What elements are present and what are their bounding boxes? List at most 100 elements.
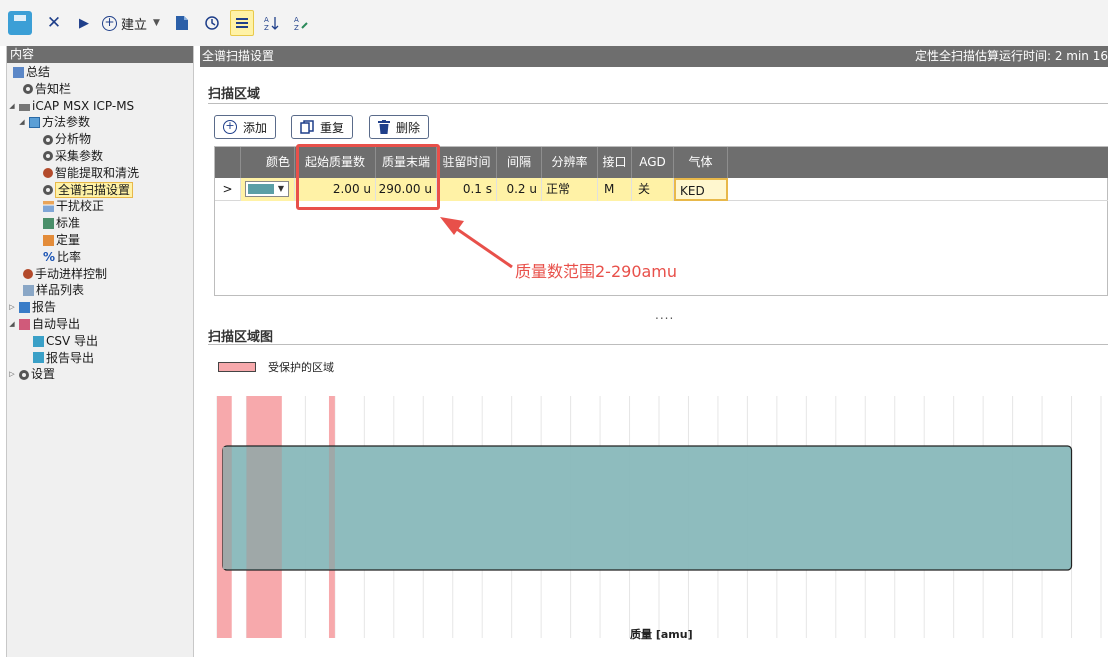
tree-item-smart-wash[interactable]: 智能提取和清洗	[7, 165, 193, 182]
overlap-region	[246, 447, 282, 569]
tree-item-full-scan[interactable]: 全谱扫描设置	[7, 181, 193, 199]
gear-icon	[23, 84, 33, 95]
legend-label-protected: 受保护的区域	[268, 361, 334, 374]
section-divider	[208, 103, 1108, 104]
main-panel: 全谱扫描设置 定性全扫描估算运行时间: 2 min 16 扫描区域 + 添加 重…	[200, 46, 1108, 657]
color-swatch[interactable]: ▼	[245, 181, 289, 197]
overlap-region	[222, 447, 232, 569]
quantification-icon	[43, 234, 54, 246]
scan-region-bar	[222, 445, 1073, 571]
report-export-icon	[33, 352, 44, 364]
splitter-handle[interactable]: ....	[655, 308, 674, 322]
standards-icon	[43, 218, 54, 230]
copy-icon	[300, 120, 314, 134]
gear-icon	[19, 369, 29, 380]
tree-item-sample-list[interactable]: 样品列表	[7, 282, 193, 299]
section-divider	[208, 344, 1108, 345]
run-icon[interactable]: ▶	[72, 10, 96, 36]
tree-item-ratio[interactable]: % 比率	[7, 249, 193, 266]
gas-cell[interactable]: KED	[674, 178, 728, 201]
tree-item-instrument[interactable]: ◢ iCAP MSX ICP-MS	[7, 98, 193, 115]
build-label: 建立	[121, 17, 148, 33]
tree-item-auto-export[interactable]: ◢ 自动导出	[7, 316, 193, 333]
repeat-label: 重复	[320, 120, 345, 135]
list-view-icon[interactable]	[229, 10, 254, 36]
col-color[interactable]: 颜色	[241, 147, 295, 178]
gear-icon	[43, 134, 53, 145]
svg-text:Z: Z	[294, 24, 299, 31]
svg-text:Z: Z	[264, 24, 269, 31]
close-icon[interactable]: ✕	[42, 10, 66, 36]
expand-icon[interactable]: ▷	[7, 366, 17, 383]
instrument-icon	[19, 103, 30, 111]
color-gear-icon	[43, 168, 53, 179]
tree-item-report[interactable]: ▷ 报告	[7, 299, 193, 316]
add-button[interactable]: + 添加	[214, 115, 277, 139]
col-interface[interactable]: 接口	[598, 147, 632, 178]
agd-cell[interactable]: 关	[632, 178, 674, 201]
interface-cell[interactable]: M	[598, 178, 632, 201]
save-icon[interactable]	[8, 11, 32, 35]
build-button[interactable]: + 建立	[102, 10, 147, 36]
report-icon	[19, 302, 30, 314]
color-picker[interactable]: ▼	[241, 178, 295, 201]
row-selector-icon[interactable]: >	[215, 178, 241, 201]
tree-item-report-export[interactable]: 报告导出	[7, 350, 193, 367]
panel-header: 内容	[7, 46, 193, 63]
scan-region-title: 扫描区域	[208, 87, 261, 102]
main-title-bar: 全谱扫描设置 定性全扫描估算运行时间: 2 min 16	[200, 46, 1108, 67]
tree-item-acquisition[interactable]: 采集参数	[7, 148, 193, 165]
toolbar: ✕ ▶ + 建立 ▼ AZ AZ	[0, 0, 1108, 46]
tree-item-analytes[interactable]: 分析物	[7, 131, 193, 148]
sort-custom-icon[interactable]: AZ	[290, 10, 314, 36]
tree-item-summary[interactable]: 总结	[7, 64, 193, 81]
row-header-column	[215, 147, 241, 178]
tree-item-standards[interactable]: 标准	[7, 215, 193, 232]
col-gas[interactable]: 气体	[674, 147, 728, 178]
col-dwell-time[interactable]: 驻留时间	[437, 147, 497, 178]
col-resolution[interactable]: 分辨率	[542, 147, 598, 178]
tree-item-interference[interactable]: 干扰校正	[7, 198, 193, 215]
document-export-icon[interactable]	[170, 10, 194, 36]
delete-button[interactable]: 删除	[369, 115, 430, 139]
method-icon	[29, 117, 40, 129]
tree-item-manual-sampling[interactable]: 手动进样控制	[7, 266, 193, 283]
history-icon[interactable]	[200, 10, 224, 36]
svg-text:A: A	[264, 16, 269, 24]
tree-item-settings[interactable]: ▷ 设置	[7, 366, 193, 383]
tree-item-method-params[interactable]: ◢ 方法参数	[7, 114, 193, 131]
add-label: 添加	[243, 120, 268, 135]
content-tree-panel: 内容 总结 告知栏 ◢ iCAP MSX ICP-MS ◢ 方法参数 分析物 采集参…	[6, 46, 194, 657]
chevron-down-icon[interactable]: ▼	[278, 182, 284, 196]
resolution-cell[interactable]: 正常	[542, 178, 598, 201]
col-interval[interactable]: 间隔	[497, 147, 542, 178]
repeat-button[interactable]: 重复	[291, 115, 354, 139]
color-sample	[248, 184, 274, 194]
tree-item-quantification[interactable]: 定量	[7, 232, 193, 249]
scan-region-chart: 050100150200250300	[216, 396, 1102, 638]
annotation-arrow-icon	[440, 217, 513, 269]
x-axis-label: 质量 [amu]	[630, 628, 693, 641]
col-agd[interactable]: AGD	[632, 147, 674, 178]
scan-chart-title: 扫描区域图	[208, 330, 274, 345]
page-title: 全谱扫描设置	[202, 49, 275, 63]
color-gear-icon	[23, 268, 33, 279]
sort-icon[interactable]: AZ	[260, 10, 284, 36]
mass-range-annotation: 质量数范围2-290amu	[515, 262, 678, 281]
plus-icon: +	[102, 15, 117, 31]
overlap-region	[328, 447, 335, 569]
table-icon	[23, 285, 34, 297]
export-icon	[19, 318, 30, 330]
percent-icon: %	[43, 249, 56, 264]
collapse-icon[interactable]: ◢	[7, 98, 17, 115]
chevron-down-icon[interactable]: ▼	[153, 18, 160, 28]
tree-item-csv-export[interactable]: CSV 导出	[7, 333, 193, 350]
expand-icon[interactable]: ▷	[7, 299, 17, 316]
collapse-icon[interactable]: ◢	[17, 114, 27, 131]
summary-icon	[13, 66, 24, 78]
tree-item-notice[interactable]: 告知栏	[7, 81, 193, 98]
plus-icon: +	[223, 120, 237, 134]
collapse-icon[interactable]: ◢	[7, 316, 17, 333]
gear-icon	[43, 151, 53, 162]
svg-text:A: A	[294, 16, 299, 24]
